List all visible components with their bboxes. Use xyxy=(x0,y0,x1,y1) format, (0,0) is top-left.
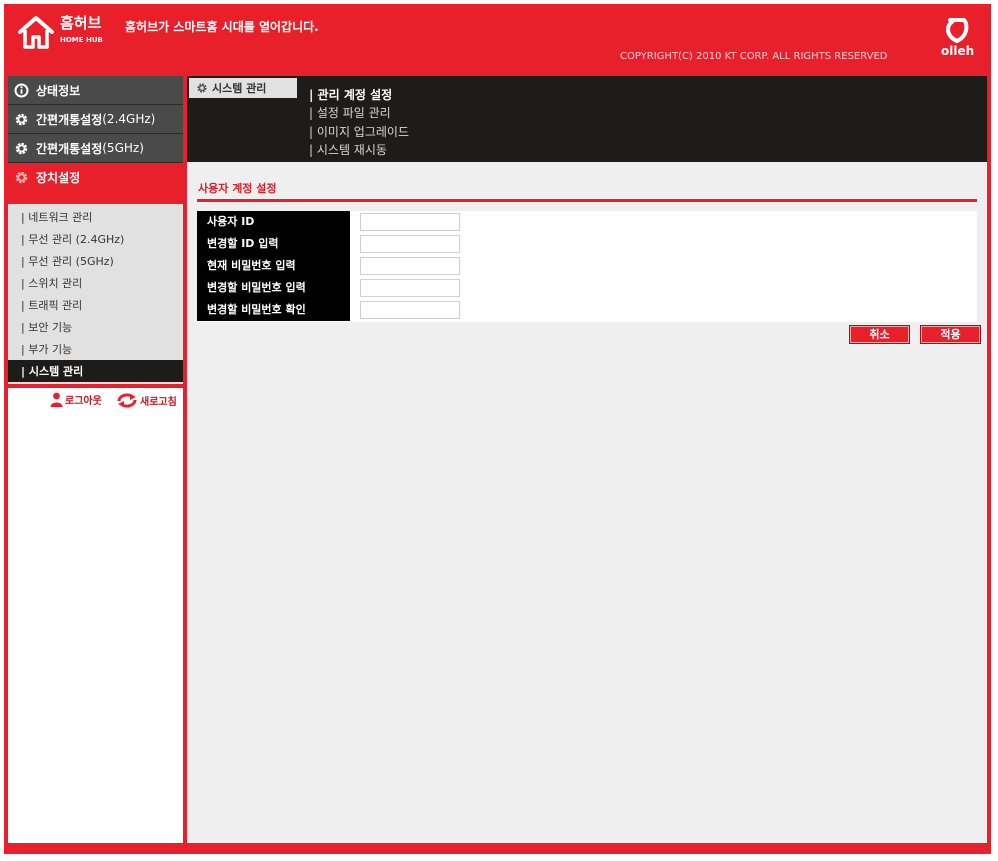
logout-button[interactable]: 로그아웃 xyxy=(50,392,102,407)
subnav-config-file[interactable]: | 설정 파일 관리 xyxy=(309,104,391,121)
logout-label: 로그아웃 xyxy=(65,396,102,407)
menu-status-info[interactable]: 상태정보 xyxy=(8,76,183,105)
left-bottom-panel: 로그아웃 새로고침 xyxy=(8,388,183,843)
left-menu: 상태정보 간편개통설정 (2.4GHz) 간편개통설정 (5GHz) 장치설정 xyxy=(8,76,183,384)
header: 홈허브 HOME HUB 홈허브가 스마트홈 시대를 열어갑니다. COPYRI… xyxy=(4,4,991,72)
home-hub-logo-icon xyxy=(18,16,54,49)
field-label: 현재 비밀번호 입력 xyxy=(197,255,350,277)
submenu-wireless-5ghz[interactable]: | 무선 관리 (5GHz) xyxy=(8,250,183,272)
info-icon xyxy=(14,83,29,97)
menu-label: 상태정보 xyxy=(36,83,81,98)
gear-icon xyxy=(15,171,28,184)
refresh-label: 새로고침 xyxy=(140,396,177,408)
form-row-confirm-password: 변경할 비밀번호 확인 xyxy=(197,299,977,321)
field-label: 변경할 비밀번호 입력 xyxy=(197,277,350,299)
gear-icon xyxy=(15,113,28,125)
logo-subtitle: HOME HUB xyxy=(60,36,103,44)
page-frame: 홈허브 HOME HUB 홈허브가 스마트홈 시대를 열어갑니다. COPYRI… xyxy=(4,4,991,854)
field-label: 변경할 ID 입력 xyxy=(197,233,350,255)
submenu-security[interactable]: | 보안 기능 xyxy=(8,316,183,338)
logo-text: 홈허브 HOME HUB xyxy=(60,14,103,44)
submenu-switch[interactable]: | 스위치 관리 xyxy=(8,272,183,294)
submenu-network[interactable]: | 네트워크 관리 xyxy=(8,206,183,228)
submenu-traffic[interactable]: | 트래픽 관리 xyxy=(8,294,183,316)
form-row-new-id: 변경할 ID 입력 xyxy=(197,233,977,255)
menu-label: 간편개통설정 xyxy=(36,112,103,127)
form-row-user-id: 사용자 ID xyxy=(197,211,977,233)
system-subnav: 시스템 관리 | 관리 계정 설정 | 설정 파일 관리 | 이미지 업그레이드… xyxy=(187,76,987,162)
apply-button[interactable]: 적용 xyxy=(920,325,981,344)
cancel-button[interactable]: 취소 xyxy=(849,325,910,344)
form-row-current-password: 현재 비밀번호 입력 xyxy=(197,255,977,277)
new-id-input[interactable] xyxy=(360,235,460,253)
refresh-button[interactable]: 새로고침 xyxy=(116,392,177,408)
subnav-system-reboot[interactable]: | 시스템 재시동 xyxy=(309,141,387,158)
submenu-wireless-2-4ghz[interactable]: | 무선 관리 (2.4GHz) xyxy=(8,228,183,250)
section-tab-system[interactable]: 시스템 관리 xyxy=(189,78,297,98)
logo-title: 홈허브 xyxy=(60,14,102,32)
current-password-input[interactable] xyxy=(360,257,460,275)
user-icon xyxy=(50,392,63,407)
subnav-image-upgrade[interactable]: | 이미지 업그레이드 xyxy=(309,123,409,140)
menu-label: 장치설정 xyxy=(36,171,81,185)
account-form: 사용자 ID 변경할 ID 입력 현재 비밀번호 입력 변경할 비밀번호 입력 … xyxy=(197,211,977,322)
form-divider xyxy=(197,199,977,202)
main-content: 시스템 관리 | 관리 계정 설정 | 설정 파일 관리 | 이미지 업그레이드… xyxy=(187,76,987,843)
brand-name: olleh xyxy=(941,44,975,58)
submenu-system[interactable]: | 시스템 관리 xyxy=(8,360,183,382)
submenu-extra[interactable]: | 부가 기능 xyxy=(8,338,183,360)
gear-icon xyxy=(15,142,28,154)
new-password-input[interactable] xyxy=(360,279,460,297)
device-settings-submenu: | 네트워크 관리 | 무선 관리 (2.4GHz) | 무선 관리 (5GHz… xyxy=(8,204,183,384)
user-id-input[interactable] xyxy=(360,213,460,231)
section-tab-label: 시스템 관리 xyxy=(212,82,267,95)
subnav-admin-account[interactable]: | 관리 계정 설정 xyxy=(309,86,392,103)
menu-label-suffix: (5GHz) xyxy=(102,141,144,155)
menu-label-suffix: (2.4GHz) xyxy=(102,112,156,126)
refresh-icon xyxy=(117,393,137,408)
field-label: 변경할 비밀번호 확인 xyxy=(197,299,350,321)
menu-device-settings[interactable]: 장치설정 xyxy=(8,163,183,192)
menu-label: 간편개통설정 xyxy=(36,141,103,156)
copyright: COPYRIGHT(C) 2010 KT CORP. ALL RIGHTS RE… xyxy=(620,51,888,62)
form-title: 사용자 계정 설정 xyxy=(198,182,277,195)
menu-easy-setup-2-4ghz[interactable]: 간편개통설정 (2.4GHz) xyxy=(8,105,183,134)
gear-icon xyxy=(197,83,207,93)
slogan: 홈허브가 스마트홈 시대를 열어갑니다. xyxy=(125,20,319,34)
menu-easy-setup-5ghz[interactable]: 간편개통설정 (5GHz) xyxy=(8,134,183,163)
olleh-logo-icon xyxy=(946,18,969,44)
field-label: 사용자 ID xyxy=(197,211,350,233)
confirm-password-input[interactable] xyxy=(360,301,460,319)
form-row-new-password: 변경할 비밀번호 입력 xyxy=(197,277,977,299)
